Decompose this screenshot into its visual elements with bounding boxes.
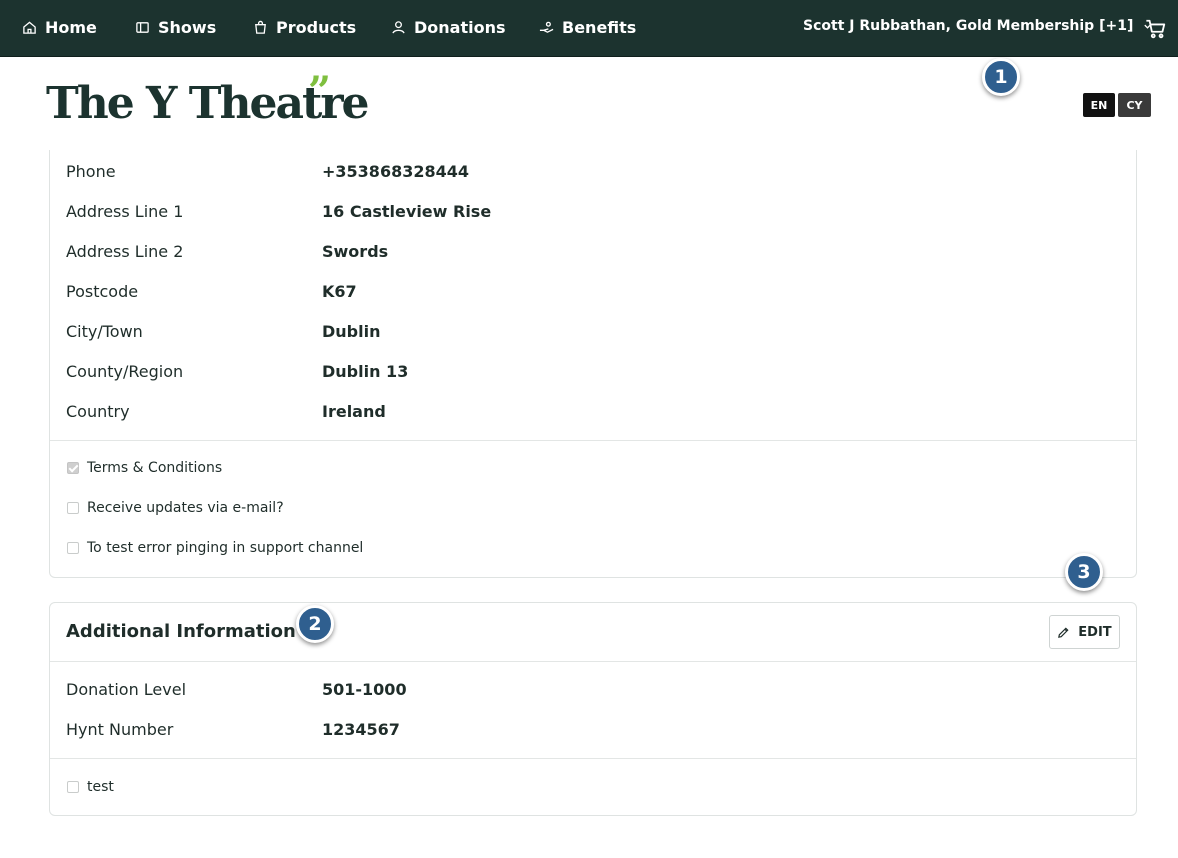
checkbox-label: test	[87, 779, 114, 795]
nav-products-label: Products	[276, 17, 357, 37]
checkbox-unchecked[interactable]	[67, 781, 79, 793]
user-account-menu[interactable]: Scott J Rubbathan, Gold Membership [+1]	[803, 18, 1152, 34]
checkbox-terms-and-conditions[interactable]: Terms & Conditions	[67, 460, 222, 476]
detail-label: Donation Level	[66, 680, 187, 699]
shopping-bag-icon	[255, 20, 266, 34]
nav-benefits[interactable]: Benefits	[539, 16, 636, 38]
home-icon	[23, 20, 36, 34]
additional-information-card: Additional Information EDIT Donation Lev…	[49, 602, 1137, 816]
pencil-icon	[1058, 626, 1069, 638]
top-navigation-bar: Home Shows Products Donations Benefits S…	[0, 0, 1178, 57]
nav-home-label: Home	[45, 17, 97, 37]
contact-details-card: Phone +353868328444 Address Line 1 16 Ca…	[49, 150, 1137, 578]
edit-button-label: EDIT	[1078, 624, 1112, 640]
checkbox-label: Receive updates via e-mail?	[87, 500, 284, 516]
additional-information-title: Additional Information	[66, 621, 296, 642]
detail-value: Dublin 13	[322, 362, 409, 381]
detail-value: Swords	[322, 242, 389, 261]
edit-button[interactable]: EDIT	[1049, 615, 1120, 649]
donation-icon	[392, 20, 405, 34]
section-divider	[50, 758, 1136, 759]
detail-label: Postcode	[66, 282, 139, 301]
detail-value: 501-1000	[322, 680, 407, 699]
checkbox-unchecked[interactable]	[67, 502, 79, 514]
detail-label: Address Line 1	[66, 202, 184, 221]
logo-quote-mark: ”	[308, 68, 332, 115]
step-marker-1: 1	[982, 58, 1020, 96]
detail-label: Country	[66, 402, 130, 421]
checkbox-test[interactable]: test	[67, 779, 114, 795]
detail-value: K67	[322, 282, 357, 301]
detail-label: Hynt Number	[66, 720, 174, 739]
nav-products[interactable]: Products	[253, 16, 356, 38]
language-en-button[interactable]: EN	[1083, 93, 1115, 117]
detail-value: +353868328444	[322, 162, 469, 181]
section-divider	[50, 440, 1136, 441]
nav-shows[interactable]: Shows	[135, 16, 216, 38]
detail-label: Address Line 2	[66, 242, 184, 261]
cart-icon[interactable]	[1145, 18, 1167, 40]
logo-text: The Y Theatre	[46, 78, 370, 129]
ticket-icon	[136, 21, 149, 33]
user-account-label: Scott J Rubbathan, Gold Membership [+1]	[803, 18, 1134, 34]
detail-label: City/Town	[66, 322, 143, 341]
checkbox-label: Terms & Conditions	[87, 460, 223, 476]
detail-label: Phone	[66, 162, 116, 181]
checkbox-checked[interactable]	[67, 462, 79, 474]
detail-value: 16 Castleview Rise	[322, 202, 492, 221]
language-cy-button[interactable]: CY	[1118, 93, 1151, 117]
section-divider	[50, 661, 1136, 662]
nav-donations-label: Donations	[414, 17, 506, 37]
checkbox-label: To test error pinging in support channel	[87, 540, 364, 556]
checkbox-test-error-pinging[interactable]: To test error pinging in support channel	[67, 540, 363, 556]
checkbox-unchecked[interactable]	[67, 542, 79, 554]
step-marker-2: 2	[296, 605, 334, 643]
detail-value: Ireland	[322, 402, 386, 421]
benefit-hand-icon	[539, 21, 554, 33]
detail-value: Dublin	[322, 322, 381, 341]
nav-shows-label: Shows	[158, 17, 217, 37]
detail-value: 1234567	[322, 720, 400, 739]
nav-donations[interactable]: Donations	[391, 16, 506, 38]
nav-benefits-label: Benefits	[562, 17, 637, 37]
detail-label: County/Region	[66, 362, 184, 381]
step-marker-3: 3	[1065, 553, 1103, 591]
checkbox-email-updates[interactable]: Receive updates via e-mail?	[67, 500, 284, 516]
nav-home[interactable]: Home	[22, 16, 97, 38]
theatre-logo[interactable]: The Y Theatre ”	[46, 68, 370, 134]
